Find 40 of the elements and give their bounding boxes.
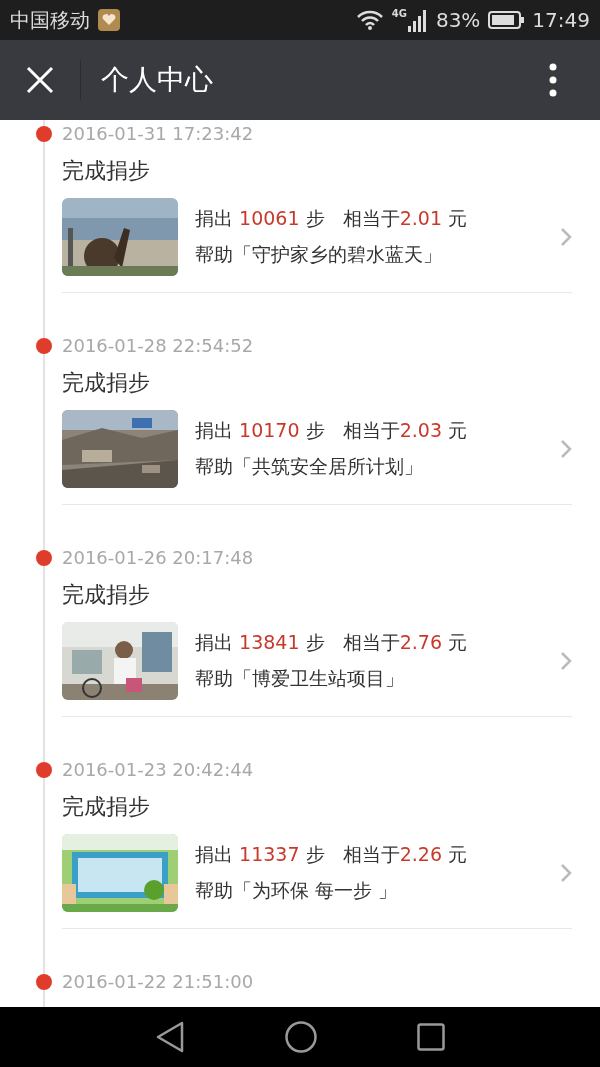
- chevron-icon: [560, 439, 572, 459]
- app-notification-icon: [98, 9, 120, 31]
- chevron-icon: [560, 651, 572, 671]
- page-title: 个人中心: [101, 62, 214, 98]
- timeline-dot: [36, 974, 52, 990]
- back-icon[interactable]: [155, 1021, 185, 1053]
- close-icon: [26, 66, 54, 94]
- network-type: 4G: [391, 8, 407, 19]
- timeline-dot: [36, 338, 52, 354]
- wifi-icon: [355, 9, 384, 31]
- donation-text: 捐出 13841 步 相当于2.76 元: [195, 630, 469, 655]
- timeline-dot: [36, 550, 52, 566]
- recents-icon[interactable]: [417, 1023, 445, 1051]
- entry-date: 2016-01-23 20:42:44: [62, 758, 254, 782]
- entry-date: 2016-01-28 22:54:52: [62, 334, 254, 358]
- donation-text: 捐出 10061 步 相当于2.01 元: [195, 206, 469, 231]
- battery-percent: 83%: [435, 8, 481, 32]
- clock: 17:49: [532, 8, 590, 32]
- entry-title: 完成捐步: [62, 793, 150, 821]
- chevron-icon: [560, 227, 572, 247]
- entry-title: 完成捐步: [62, 157, 150, 185]
- timeline-dot: [36, 126, 52, 142]
- timeline-dot: [36, 762, 52, 778]
- home-icon[interactable]: [285, 1021, 317, 1053]
- chevron-icon: [560, 863, 572, 883]
- entry-date: 2016-01-22 21:51:00: [62, 970, 254, 994]
- project-name: 帮助「为环保 每一步 」: [195, 878, 399, 903]
- project-name: 帮助「守护家乡的碧水蓝天」: [195, 242, 443, 267]
- signal-icon: [407, 8, 428, 32]
- entry-date: 2016-01-31 17:23:42: [62, 122, 254, 146]
- entry-title: 完成捐步: [62, 369, 150, 397]
- carrier-name: 中国移动: [10, 6, 90, 34]
- more-icon: [549, 63, 557, 97]
- project-name: 帮助「博爱卫生站项目」: [195, 666, 405, 691]
- entry-title: 完成捐步: [62, 581, 150, 609]
- project-name: 帮助「共筑安全居所计划」: [195, 454, 424, 479]
- donation-text: 捐出 10170 步 相当于2.03 元: [195, 418, 469, 443]
- donation-text: 捐出 11337 步 相当于2.26 元: [195, 842, 469, 867]
- entry-date: 2016-01-26 20:17:48: [62, 546, 254, 570]
- battery-icon: [488, 11, 525, 29]
